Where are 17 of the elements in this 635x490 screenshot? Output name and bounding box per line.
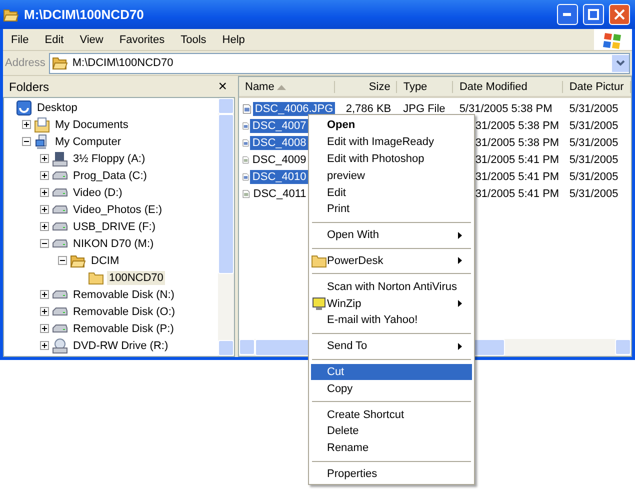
date-cell-text: 5/31/2005 — [568, 188, 620, 200]
date-cell-text: 31/2005 5:41 PM — [475, 188, 560, 200]
date-cell-text: 5/31/2005 — [568, 102, 620, 114]
pane-title: Folders — [9, 80, 50, 94]
date-cell-text: 31/2005 5:41 PM — [475, 154, 560, 166]
type-cell-text: JPG File — [402, 102, 446, 114]
date-cell-text: 31/2005 5:38 PM — [475, 136, 560, 148]
date-cell-text: 31/2005 5:38 PM — [475, 120, 560, 132]
size-cell-text: 2,786 KB — [344, 102, 392, 114]
date-cell-text: 5/31/2005 — [568, 136, 620, 148]
date-cell-text: 5/31/2005 — [568, 154, 620, 166]
date-cell-text: 5/31/2005 — [568, 120, 620, 132]
window-title: M:\DCIM\100NCD70 — [24, 7, 145, 22]
date-cell-text: 5/31/2005 — [568, 170, 620, 182]
date-cell-text: 5/31/2005 5:38 PM — [458, 102, 554, 114]
address-label: Address — [5, 57, 46, 69]
date-cell-text: 31/2005 5:41 PM — [475, 170, 560, 182]
